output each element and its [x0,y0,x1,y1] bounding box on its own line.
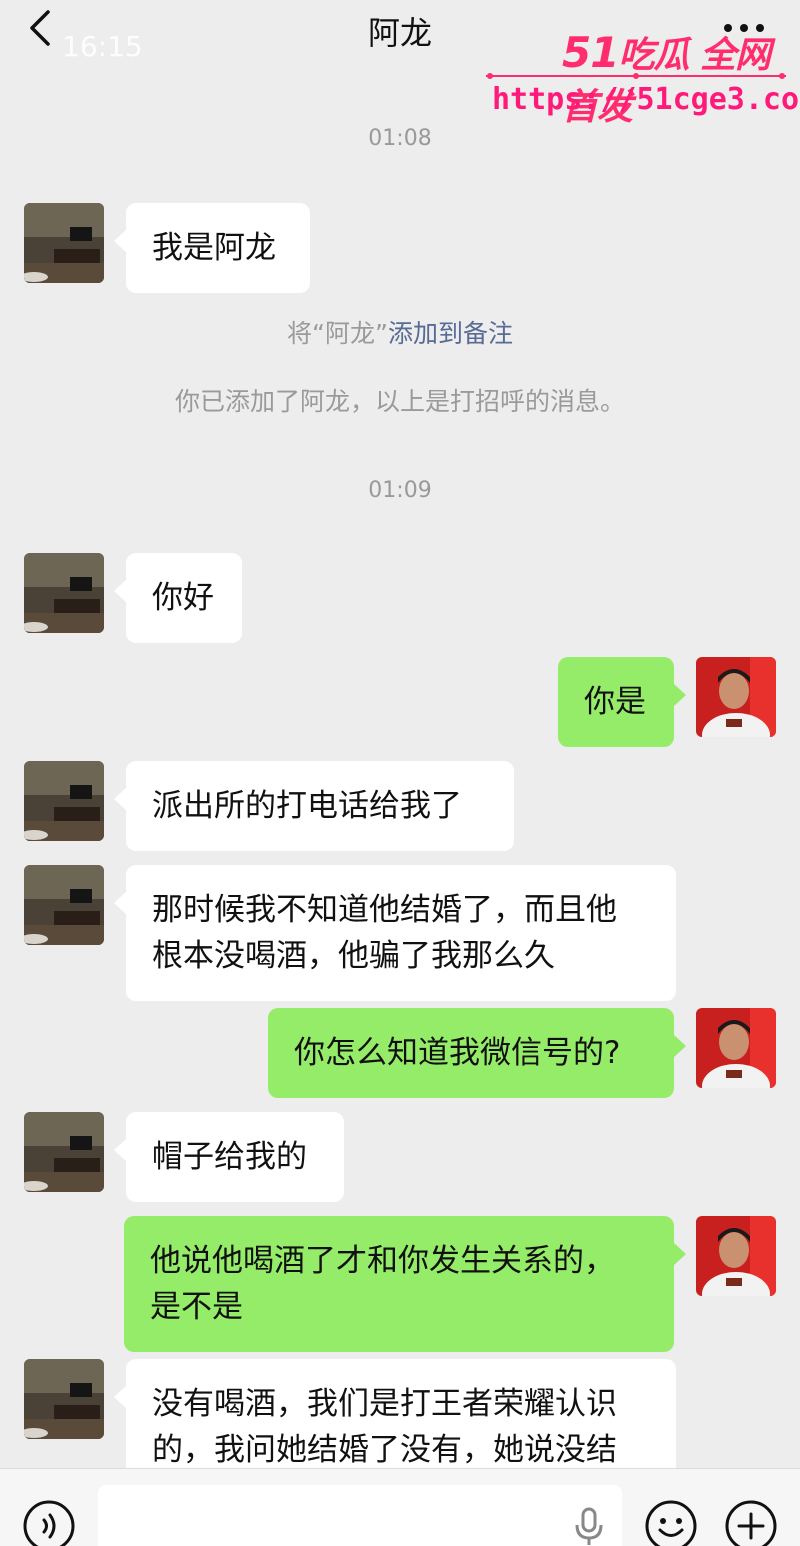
added-friend-notice: 你已添加了阿龙，以上是打招呼的消息。 [174,387,625,416]
message-text: 派出所的打电话给我了 [152,788,462,824]
message-text: 你好 [152,580,214,616]
message-input[interactable] [98,1485,622,1546]
watermark-url: https://51cge3.com [492,82,800,117]
message-text-line: 那时候我不知道他结婚了，而且他 [152,892,617,928]
room-photo-avatar [24,865,104,945]
timestamp: 01:08 [368,126,432,151]
my-avatar[interactable] [696,1216,776,1296]
input-bar [0,1468,800,1546]
message-text: 你怎么知道我微信号的? [294,1035,621,1071]
contact-avatar[interactable] [24,761,104,841]
message-bubble-incoming[interactable]: 你好 [114,553,242,643]
microphone-icon [575,1507,603,1545]
contact-avatar[interactable] [24,865,104,945]
mic-button[interactable] [572,1507,606,1546]
room-photo-avatar [24,553,104,633]
contact-avatar[interactable] [24,1359,104,1439]
message-bubble-outgoing[interactable]: 你怎么知道我微信号的? [268,1008,686,1098]
room-photo-avatar [24,203,104,283]
message-bubble-incoming[interactable]: 那时候我不知道他结婚了，而且他 根本没喝酒，他骗了我那么久 [114,865,676,1001]
contact-avatar[interactable] [24,203,104,283]
message-text: 你是 [584,684,646,720]
message-text: 我是阿龙 [152,230,276,266]
remark-prefix: 将“阿龙” [287,319,388,348]
add-remark-link[interactable]: 添加到备注 [388,319,513,348]
message-bubble-incoming[interactable]: 派出所的打电话给我了 [114,761,514,851]
room-photo-avatar [24,1112,104,1192]
watermark: 51吃瓜 全网首发 https://51cge3.com [480,14,800,128]
more-actions-button[interactable] [724,1499,778,1546]
message-bubble-incoming[interactable]: 帽子给我的 [114,1112,344,1202]
message-bubble-outgoing[interactable]: 他说他喝酒了才和你发生关系的， 是不是 [124,1216,686,1352]
message-text-line: 是不是 [150,1289,243,1325]
emoji-icon [645,1500,697,1546]
message-bubble-outgoing[interactable]: 你是 [558,657,686,747]
person-photo-avatar [696,1008,776,1088]
person-photo-avatar [696,1216,776,1296]
my-avatar[interactable] [696,1008,776,1088]
message-text: 帽子给我的 [152,1139,307,1175]
add-remark-notice: 将“阿龙”添加到备注 [0,314,800,350]
contact-avatar[interactable] [24,553,104,633]
person-photo-avatar [696,657,776,737]
room-photo-avatar [24,1359,104,1439]
watermark-brand-number: 51 [562,28,619,77]
my-avatar[interactable] [696,657,776,737]
message-text-line: 没有喝酒，我们是打王者荣耀认识 [152,1386,617,1422]
timestamp: 01:09 [368,478,432,503]
message-text-line: 他说他喝酒了才和你发生关系的， [150,1243,615,1279]
voice-button[interactable] [22,1499,76,1546]
message-text-line: 根本没喝酒，他骗了我那么久 [152,938,555,974]
message-bubble-incoming[interactable]: 我是阿龙 [114,203,310,293]
contact-avatar[interactable] [24,1112,104,1192]
emoji-button[interactable] [644,1499,698,1546]
message-text-line: 的，我问她结婚了没有，她说没结 [152,1432,617,1468]
room-photo-avatar [24,761,104,841]
voice-icon [23,1500,75,1546]
plus-icon [725,1500,777,1546]
